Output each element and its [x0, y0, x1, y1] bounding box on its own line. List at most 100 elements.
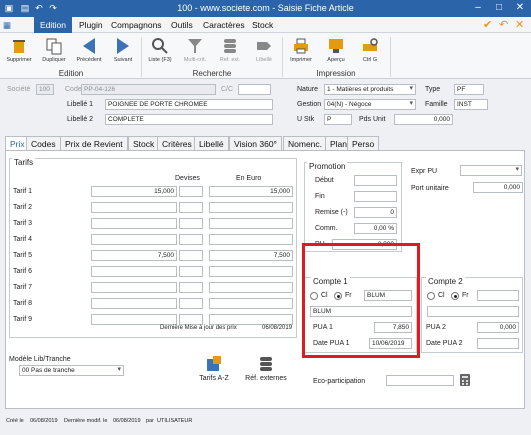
tarif-devise-field[interactable]: [179, 218, 203, 229]
tarif-value-field[interactable]: [91, 314, 177, 325]
pdsunit-field[interactable]: 0,000: [394, 114, 453, 125]
tarif-devise-field[interactable]: [179, 314, 203, 325]
tarif-value-field[interactable]: [91, 282, 177, 293]
file-menu-icon[interactable]: ▦: [3, 20, 11, 31]
modified-label: Dernière modif. le: [64, 418, 108, 424]
gestion-select[interactable]: 04(N) - Négoce: [324, 99, 416, 110]
maximize-button[interactable]: □: [491, 1, 507, 15]
tab-libelle[interactable]: Libellé: [194, 136, 229, 150]
minimize-button[interactable]: –: [470, 1, 486, 15]
debut-field[interactable]: [354, 175, 397, 186]
ustk-field[interactable]: P: [324, 114, 352, 125]
tarif-devise-field[interactable]: [179, 202, 203, 213]
remise-field[interactable]: 0: [354, 207, 397, 218]
trash-icon: [13, 40, 25, 53]
tarif-devise-field[interactable]: [179, 266, 203, 277]
delete-button[interactable]: Supprimer: [2, 37, 36, 63]
cic-field[interactable]: [238, 84, 271, 95]
tarif-euro-field[interactable]: [209, 202, 293, 213]
menu-edition[interactable]: Edition: [34, 17, 72, 33]
validate-icon[interactable]: ✔: [483, 18, 492, 31]
societe-field[interactable]: 100: [36, 84, 54, 95]
famille-field[interactable]: INST: [454, 99, 488, 110]
tarif-devise-field[interactable]: [179, 186, 203, 197]
libelle2-field[interactable]: COMPLETE: [105, 114, 273, 125]
calculator-icon[interactable]: [459, 374, 471, 386]
tarif-euro-field[interactable]: [209, 298, 293, 309]
tab-criteres[interactable]: Critères: [157, 136, 197, 150]
tarif-euro-field[interactable]: 7,500: [209, 250, 293, 261]
modele-select[interactable]: 00 Pas de tranche: [19, 365, 124, 376]
tarif-value-field[interactable]: [91, 218, 177, 229]
tab-vision-360[interactable]: Vision 360°: [229, 136, 282, 150]
print-button[interactable]: Imprimer: [284, 37, 318, 63]
debut-label: Début: [315, 177, 334, 184]
tarif-euro-field[interactable]: [209, 282, 293, 293]
menu-outils[interactable]: Outils: [171, 20, 193, 30]
gestion-label: Gestion: [297, 101, 322, 108]
cancel-icon[interactable]: ✕: [515, 18, 524, 31]
tarif-euro-field[interactable]: 15,000: [209, 186, 293, 197]
pua2-field[interactable]: 0,000: [477, 322, 519, 333]
preview-button[interactable]: Aperçu: [319, 37, 353, 63]
type-field[interactable]: PF: [454, 84, 484, 95]
compte2-code-field[interactable]: [477, 290, 519, 301]
tab-perso[interactable]: Perso: [347, 136, 380, 150]
libelle1-field[interactable]: POIGNEE DE PORTE CHROMEE: [105, 99, 273, 110]
tarif-value-field[interactable]: 7,500: [91, 250, 177, 261]
tab-prix-de-revient[interactable]: Prix de Revient: [60, 136, 128, 150]
tarif-value-field[interactable]: 15,000: [91, 186, 177, 197]
tarifs-az-button[interactable]: Tarifs A-Z: [193, 355, 235, 382]
tarif-devise-field[interactable]: [179, 234, 203, 245]
compte2-radio-cl[interactable]: [427, 292, 435, 300]
ctrl-g-button[interactable]: Ctrl G: [353, 37, 387, 63]
menu-plugin[interactable]: Plugin: [79, 20, 103, 30]
fin-field[interactable]: [354, 191, 397, 202]
eco-participation-field[interactable]: [386, 375, 454, 386]
tarif-value-field[interactable]: [91, 234, 177, 245]
tarif-euro-field[interactable]: [209, 314, 293, 325]
ref-ext-button[interactable]: Ref. ext.: [213, 37, 247, 63]
libelle-button[interactable]: Libellé: [247, 37, 281, 63]
eco-participation-label: Eco-participation: [313, 378, 366, 385]
tarif-euro-field[interactable]: [209, 234, 293, 245]
tarif-euro-field[interactable]: [209, 218, 293, 229]
ref-externes-button[interactable]: Réf. externes: [240, 355, 292, 382]
date-pua2-label: Date PUA 2: [426, 340, 463, 347]
previous-button[interactable]: Précédent: [72, 37, 106, 63]
back-icon[interactable]: ↶: [499, 18, 508, 31]
tarif-euro-field[interactable]: [209, 266, 293, 277]
compte2-name-field[interactable]: [427, 306, 519, 317]
duplicate-button[interactable]: Dupliquer: [37, 37, 71, 63]
tarif-devise-field[interactable]: [179, 298, 203, 309]
tarif-value-field[interactable]: [91, 202, 177, 213]
ribbon-separator: [282, 37, 283, 77]
tarif-value-field[interactable]: [91, 266, 177, 277]
compte2-radio-fr[interactable]: [451, 292, 459, 300]
ribbon-separator: [390, 37, 391, 77]
tarif-value-field[interactable]: [91, 298, 177, 309]
multi-criteria-button[interactable]: Multi-crit.: [178, 37, 212, 63]
menu-stock[interactable]: Stock: [252, 20, 273, 30]
tarif-label: Tarif 9: [13, 316, 33, 323]
tab-codes[interactable]: Codes: [26, 136, 61, 150]
tarif-devise-field[interactable]: [179, 282, 203, 293]
list-button[interactable]: Liste (F3): [143, 37, 177, 63]
next-button[interactable]: Suivant: [106, 37, 140, 63]
port-unitaire-field[interactable]: 0,000: [473, 182, 523, 193]
date-pua2-field[interactable]: [477, 338, 519, 349]
nature-select[interactable]: 1 - Matières et produits: [324, 84, 416, 95]
tab-nomenc[interactable]: Nomenc.: [283, 136, 328, 150]
menu-caracteres[interactable]: Caractères: [203, 20, 245, 30]
price-list-icon: [207, 356, 221, 371]
close-button[interactable]: ✕: [512, 1, 528, 15]
modele-label: Modèle Lib/Tranche: [9, 356, 71, 363]
tab-stock[interactable]: Stock: [128, 136, 160, 150]
expr-pu-select[interactable]: [460, 165, 522, 176]
menu-bar: ▦ Edition Plugin Compagnons Outils Carac…: [0, 17, 531, 33]
comm-field[interactable]: 0,00 %: [354, 223, 397, 234]
menu-compagnons[interactable]: Compagnons: [111, 20, 162, 30]
tarif-devise-field[interactable]: [179, 250, 203, 261]
modified-value: 06/08/2019: [113, 418, 141, 424]
code-field[interactable]: PP-04-126: [81, 84, 216, 95]
